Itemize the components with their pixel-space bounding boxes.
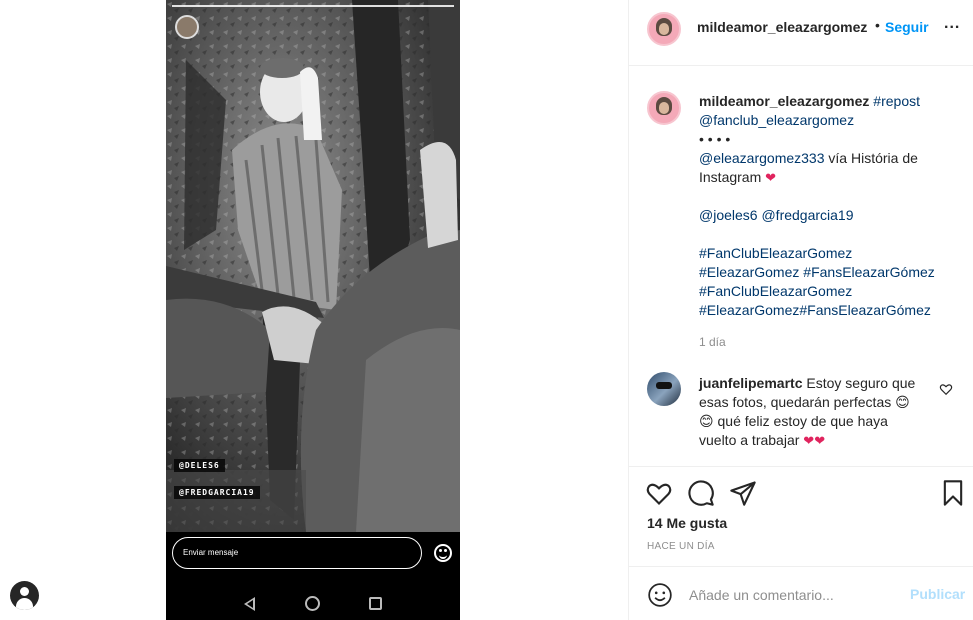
media-area: @DELES6 @FREDGARCIA19 Enviar mensaje [0,0,628,620]
mention-link[interactable]: @fanclub_eleazargomez [699,112,854,128]
hashtag-link[interactable]: #EleazarGomez [699,264,799,280]
follow-button[interactable]: Seguir [885,19,929,35]
story-message-row: Enviar mensaje [166,532,460,586]
emoji-icon [434,544,452,562]
story-avatar [175,15,199,39]
hashtag-link[interactable]: #repost [873,93,920,109]
story-tag: @FREDGARCIA19 [174,486,260,499]
caption-via: vía História de [824,150,918,166]
post-header: mildeamor_eleazargomez • Seguir ... [629,0,973,66]
header-username[interactable]: mildeamor_eleazargomez [697,19,867,35]
mention-link[interactable]: @fredgarcia19 [761,207,853,223]
add-comment-bar: Publicar [629,566,973,620]
heart-icon[interactable] [939,382,953,396]
more-options-button[interactable]: ... [944,15,960,33]
smiling-emoji-icon: 😊 [895,394,910,410]
comment-text-3: qué feliz estoy de que haya [713,413,888,429]
mention-link[interactable]: @joeles6 [699,207,758,223]
profile-icon[interactable] [10,581,39,610]
post-photo [166,0,460,532]
comment-text: juanfelipemartc Estoy seguro que esas fo… [699,374,934,450]
story-screenshot: @DELES6 @FREDGARCIA19 Enviar mensaje [166,0,460,620]
comment-text-1: Estoy seguro que [802,375,916,391]
red-heart-emoji-icon: ❤❤ [803,433,826,448]
hashtag-link[interactable]: #FansEleazarGómez [803,264,935,280]
heart-icon[interactable] [645,479,673,507]
back-icon [244,597,255,611]
emoji-icon[interactable] [647,582,673,608]
comment-text-2: esas fotos, quedarán perfectas [699,394,892,410]
likes-count[interactable]: 14 Me gusta [647,515,727,531]
caption-username[interactable]: mildeamor_eleazargomez [699,93,869,109]
avatar[interactable] [647,12,681,46]
avatar[interactable] [647,91,681,125]
hashtag-link[interactable]: #EleazarGomez#FansEleazarGómez [699,302,931,318]
hashtag-link[interactable]: #FanClubEleazarGomez [699,245,852,261]
post-actions: 14 Me gusta HACE UN DÍA [629,466,973,566]
smiling-emoji-icon: 😊 [699,413,714,429]
caption-text: mildeamor_eleazargomez #repost @fanclub_… [699,92,954,320]
add-comment-input[interactable] [689,584,889,606]
story-tag: @DELES6 [174,459,225,472]
separator-dot: • [875,17,880,33]
publish-button[interactable]: Publicar [910,586,965,602]
comment-icon[interactable] [687,479,715,507]
comment-username[interactable]: juanfelipemartc [699,375,802,391]
caption-instagram: Instagram [699,169,762,185]
android-nav-bar [166,586,460,620]
share-icon[interactable] [729,479,757,507]
caption-time[interactable]: 1 día [699,335,726,349]
story-message-input: Enviar mensaje [172,537,422,569]
caption-dots: • • • • [699,131,731,147]
post-time[interactable]: HACE UN DÍA [647,541,715,552]
red-heart-emoji-icon: ❤ [765,170,777,185]
story-progress-bar [172,5,454,7]
bookmark-icon[interactable] [939,479,967,507]
mention-link[interactable]: @eleazargomez333 [699,150,825,166]
comment-text-4: vuelto a trabajar [699,432,800,448]
avatar[interactable] [647,372,681,406]
recent-apps-icon [369,597,382,610]
hashtag-link[interactable]: #FanClubEleazarGomez [699,283,852,299]
post-panel: mildeamor_eleazargomez • Seguir ... mild… [628,0,973,620]
home-icon [305,596,320,611]
